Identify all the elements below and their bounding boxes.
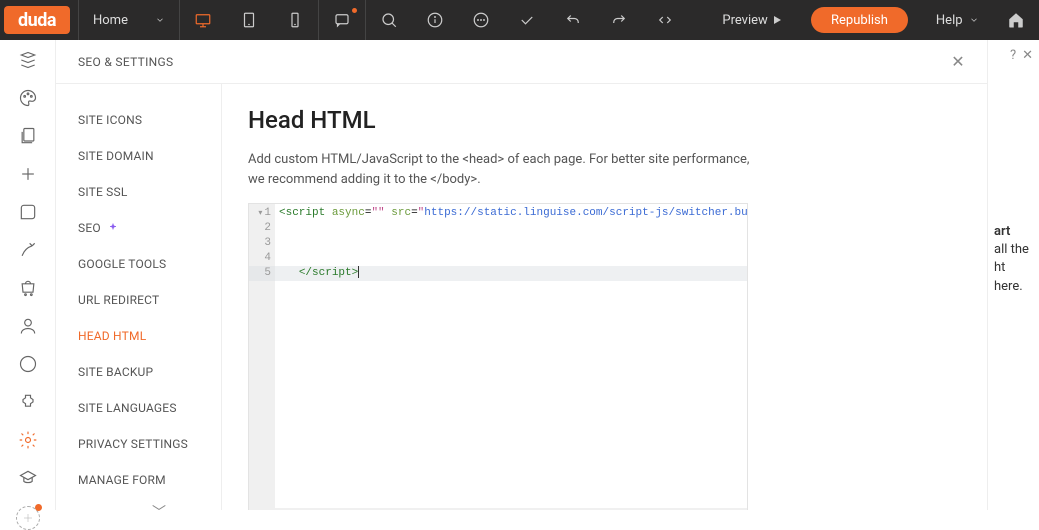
help-icon[interactable]: ?: [1010, 48, 1016, 63]
content-area: Head HTML Add custom HTML/JavaScript to …: [222, 84, 987, 510]
sidenav-site-ssl[interactable]: SITE SSL: [56, 174, 221, 210]
device-tablet-button[interactable]: [226, 0, 272, 40]
check-icon: [518, 11, 536, 29]
redo-icon: [610, 11, 628, 29]
republish-button[interactable]: Republish: [811, 7, 908, 33]
sidenav-site-domain[interactable]: SITE DOMAIN: [56, 138, 221, 174]
panel-title: SEO & SETTINGS: [78, 55, 173, 69]
device-mobile-button[interactable]: [272, 0, 318, 40]
content-heading: Head HTML: [248, 106, 961, 134]
home-icon: [1007, 11, 1025, 29]
code-gutter: 1 2 3 4 5: [249, 204, 275, 510]
background-text: art all the ht here.: [994, 223, 1033, 296]
mobile-icon: [286, 11, 304, 29]
sidenav-site-backup[interactable]: SITE BACKUP: [56, 354, 221, 390]
code-lines[interactable]: <script async="" src="https://static.lin…: [275, 204, 747, 510]
preview-button[interactable]: Preview: [708, 0, 797, 40]
check-button[interactable]: [504, 0, 550, 40]
topbar: duda Home Preview: [0, 0, 1039, 40]
code-editor[interactable]: 1 2 3 4 5 <script async="" src="https://…: [248, 203, 748, 510]
logo[interactable]: duda: [4, 6, 70, 34]
search-button[interactable]: [366, 0, 412, 40]
sidenav-site-languages[interactable]: SITE LANGUAGES: [56, 390, 221, 426]
close-icon[interactable]: ✕: [1022, 48, 1033, 63]
rail-content[interactable]: [18, 202, 38, 222]
sidenav-head-html[interactable]: HEAD HTML: [56, 318, 221, 354]
page-selector[interactable]: Home: [79, 0, 179, 40]
sidenav-privacy-settings[interactable]: PRIVACY SETTINGS: [56, 426, 221, 462]
rail-settings[interactable]: [18, 430, 38, 450]
sidenav-manage-form[interactable]: MANAGE FORM: [56, 462, 221, 498]
info-icon: [426, 11, 444, 29]
sparkle-icon: [107, 222, 119, 234]
sidenav-seo[interactable]: SEO: [56, 210, 221, 246]
comment-icon: [333, 11, 351, 29]
background-panel: ? ✕ art all the ht here.: [988, 40, 1039, 510]
code-icon: [656, 11, 674, 29]
main: SEO & SETTINGS ✕ SITE ICONS SITE DOMAIN …: [56, 40, 1039, 510]
desktop-icon: [194, 11, 212, 29]
device-desktop-button[interactable]: [180, 0, 226, 40]
rail-apps[interactable]: [18, 392, 38, 412]
rail-learn[interactable]: [18, 468, 38, 488]
undo-button[interactable]: [550, 0, 596, 40]
settings-sidenav: SITE ICONS SITE DOMAIN SITE SSL SEO GOOG…: [56, 84, 222, 510]
rail-pages[interactable]: [18, 126, 38, 146]
redo-button[interactable]: [596, 0, 642, 40]
undo-icon: [564, 11, 582, 29]
notification-dot: [352, 8, 357, 13]
settings-panel: SEO & SETTINGS ✕ SITE ICONS SITE DOMAIN …: [56, 40, 988, 510]
chat-icon: [472, 11, 490, 29]
rail-theme[interactable]: [18, 88, 38, 108]
devmode-button[interactable]: [642, 0, 688, 40]
content-description: Add custom HTML/JavaScript to the <head>…: [248, 150, 768, 189]
chat-button[interactable]: [458, 0, 504, 40]
sidenav-google-tools[interactable]: GOOGLE TOOLS: [56, 246, 221, 282]
chevron-down-icon: [969, 15, 979, 25]
left-rail: [0, 40, 56, 510]
chevron-down-icon: [155, 15, 165, 25]
help-button[interactable]: Help: [922, 0, 993, 40]
close-button[interactable]: ✕: [951, 52, 965, 71]
rail-add[interactable]: [18, 164, 38, 184]
sidenav-url-redirect[interactable]: URL REDIRECT: [56, 282, 221, 318]
rail-blog[interactable]: [18, 316, 38, 336]
sidenav-site-icons[interactable]: SITE ICONS: [56, 102, 221, 138]
play-icon: [771, 14, 783, 26]
panel-header: SEO & SETTINGS ✕: [56, 40, 987, 84]
rail-comments[interactable]: [18, 354, 38, 374]
info-button[interactable]: [412, 0, 458, 40]
sidenav-expand[interactable]: ﹀: [152, 502, 166, 510]
search-icon: [380, 11, 398, 29]
rail-widgets[interactable]: [18, 50, 38, 70]
sidenav-collapse[interactable]: ︿: [78, 502, 92, 510]
rail-ecommerce[interactable]: [18, 278, 38, 298]
rail-personalize[interactable]: [18, 240, 38, 260]
home-dashboard-button[interactable]: [993, 0, 1039, 40]
comments-button[interactable]: [319, 0, 365, 40]
tablet-icon: [240, 11, 258, 29]
